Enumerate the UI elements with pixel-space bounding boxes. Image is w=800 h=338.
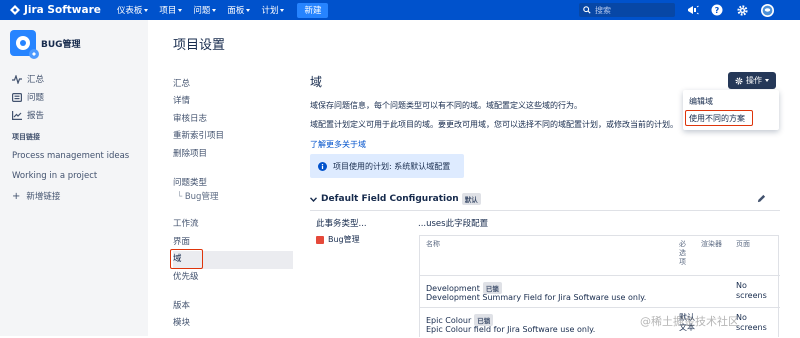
column-renderer: 渲染器 xyxy=(701,240,722,248)
settings-nav-components[interactable]: 模块 xyxy=(173,315,293,332)
watermark: @稀土掘金技术社区 xyxy=(640,315,739,328)
svg-text:?: ? xyxy=(715,6,720,15)
settings-nav-workflows[interactable]: 工作流 xyxy=(173,216,293,233)
project-settings-nav: 汇总 详情 审核日志 重新索引项目 删除项目 问题类型 └ Bug管理 工作流 … xyxy=(173,76,293,333)
nav-boards[interactable]: 面板 xyxy=(227,4,251,16)
settings-nav-details[interactable]: 详情 xyxy=(173,93,293,110)
bug-icon xyxy=(316,235,324,244)
project-avatar xyxy=(10,30,39,59)
settings-nav-priorities[interactable]: 优先级 xyxy=(173,269,293,286)
highlight-use-different-scheme xyxy=(685,110,753,126)
nav-issues[interactable]: 问题 xyxy=(193,4,217,16)
plus-icon: + xyxy=(12,190,21,202)
info-message: 项目使用的计划: 系统默认域配置 xyxy=(310,154,464,178)
add-link-label: 新增链接 xyxy=(26,192,61,202)
settings-nav-delete[interactable]: 删除项目 xyxy=(173,146,293,163)
chevron-down-icon xyxy=(178,8,183,12)
sidebar-item-label: 问题 xyxy=(27,93,45,103)
user-avatar[interactable] xyxy=(760,3,774,17)
chart-icon xyxy=(12,110,22,120)
create-button[interactable]: 新建 xyxy=(297,2,329,18)
column-required: 必选项 xyxy=(679,240,686,266)
fields-table-header: 名称 必选项 渲染器 页面 xyxy=(420,236,780,276)
settings-gear-icon[interactable] xyxy=(735,3,749,17)
gear-icon xyxy=(735,76,743,85)
learn-more-link[interactable]: 了解更多关于域 xyxy=(310,139,366,150)
top-navigation-bar: Jira Software 仪表板 项目 问题 面板 计划 新建 ? xyxy=(0,0,800,20)
notifications-megaphone-icon[interactable] xyxy=(686,3,700,17)
field-description: Development Summary Field for Jira Softw… xyxy=(426,293,647,302)
nav-dashboards[interactable]: 仪表板 xyxy=(117,4,149,16)
actions-button-label: 操作 xyxy=(746,76,762,85)
chevron-down-icon xyxy=(280,8,285,12)
chevron-down-icon xyxy=(765,79,769,82)
nav-projects-label: 项目 xyxy=(159,6,177,16)
project-name: BUG管理 xyxy=(41,39,81,50)
chevron-down-icon xyxy=(310,196,317,202)
issue-type-column-header: 此事务类型... xyxy=(316,219,367,229)
info-icon xyxy=(318,161,327,171)
sidebar-item-label: 汇总 xyxy=(27,75,45,85)
field-screens: No screens xyxy=(736,281,767,300)
issue-type-child-label: Bug管理 xyxy=(184,192,219,203)
chevron-down-icon xyxy=(246,8,251,12)
settings-nav-versions[interactable]: 版本 xyxy=(173,298,293,315)
highlight-fields-nav xyxy=(170,249,203,269)
help-icon[interactable]: ? xyxy=(710,3,724,17)
issue-type-name: Bug管理 xyxy=(328,235,360,244)
default-badge: 默认 xyxy=(461,193,481,205)
nav-issues-label: 问题 xyxy=(193,6,211,16)
nav-plans[interactable]: 计划 xyxy=(261,4,285,16)
brand-name: Jira Software xyxy=(24,4,101,16)
jira-logo[interactable]: Jira Software xyxy=(10,0,101,20)
field-config-column-header: ...uses此字段配置 xyxy=(418,219,489,229)
field-description: Epic Colour field for Jira Software use … xyxy=(426,325,596,334)
project-sidebar: BUG管理 汇总 问题 报告 项目链接 Process management i… xyxy=(0,20,148,336)
project-links-heading: 项目链接 xyxy=(12,133,40,141)
section-title: 域 xyxy=(310,75,323,89)
edit-pencil-icon[interactable] xyxy=(757,194,766,203)
project-link[interactable]: Working in a project xyxy=(0,166,148,186)
jira-diamond-icon xyxy=(10,5,20,15)
column-name: 名称 xyxy=(426,240,440,248)
chevron-down-icon xyxy=(212,8,217,12)
activity-icon xyxy=(12,74,22,84)
sidebar-item-summary[interactable]: 汇总 xyxy=(0,70,148,88)
page-title: 项目设置 xyxy=(173,38,226,53)
field-config-header[interactable]: Default Field Configuration 默认 xyxy=(310,193,481,205)
settings-nav-issue-type-child[interactable]: └ Bug管理 xyxy=(173,192,293,204)
settings-nav-audit-log[interactable]: 审核日志 xyxy=(173,111,293,128)
field-config-name: Default Field Configuration xyxy=(321,194,459,204)
sidebar-nav: 汇总 问题 报告 xyxy=(0,70,148,124)
settings-nav-issue-types[interactable]: 问题类型 xyxy=(173,175,293,192)
search-icon xyxy=(583,6,591,14)
tree-branch-icon: └ xyxy=(177,192,185,203)
nav-plans-label: 计划 xyxy=(261,6,279,16)
search-box[interactable] xyxy=(579,3,675,17)
field-name-text: Epic Colour xyxy=(426,315,472,325)
field-screens: No screens xyxy=(736,313,767,332)
nav-menu: 仪表板 项目 问题 面板 计划 新建 xyxy=(117,0,329,20)
add-link-button[interactable]: + 新增链接 xyxy=(0,186,148,206)
dropdown-item-edit-fields[interactable]: 编辑域 xyxy=(689,96,713,107)
issues-icon xyxy=(12,92,22,102)
sidebar-item-reports[interactable]: 报告 xyxy=(0,106,148,124)
sidebar-item-label: 报告 xyxy=(27,111,45,121)
settings-nav-reindex[interactable]: 重新索引项目 xyxy=(173,128,293,145)
project-header[interactable]: BUG管理 xyxy=(10,30,148,59)
project-link[interactable]: Process management ideas xyxy=(0,146,148,166)
search-input[interactable] xyxy=(595,5,665,15)
info-text: 项目使用的计划: 系统默认域配置 xyxy=(333,161,451,171)
issue-type-entry: Bug管理 xyxy=(316,234,360,245)
nav-projects[interactable]: 项目 xyxy=(159,4,183,16)
table-row: Development 已锁 Development Summary Field… xyxy=(420,276,780,308)
nav-dashboards-label: 仪表板 xyxy=(116,6,143,16)
nav-boards-label: 面板 xyxy=(227,6,245,16)
chevron-down-icon xyxy=(144,8,149,12)
sidebar-item-issues[interactable]: 问题 xyxy=(0,88,148,106)
column-screens: 页面 xyxy=(736,240,750,248)
field-name-text: Development xyxy=(426,283,480,293)
settings-nav-summary[interactable]: 汇总 xyxy=(173,76,293,93)
actions-button[interactable]: 操作 xyxy=(728,72,776,89)
